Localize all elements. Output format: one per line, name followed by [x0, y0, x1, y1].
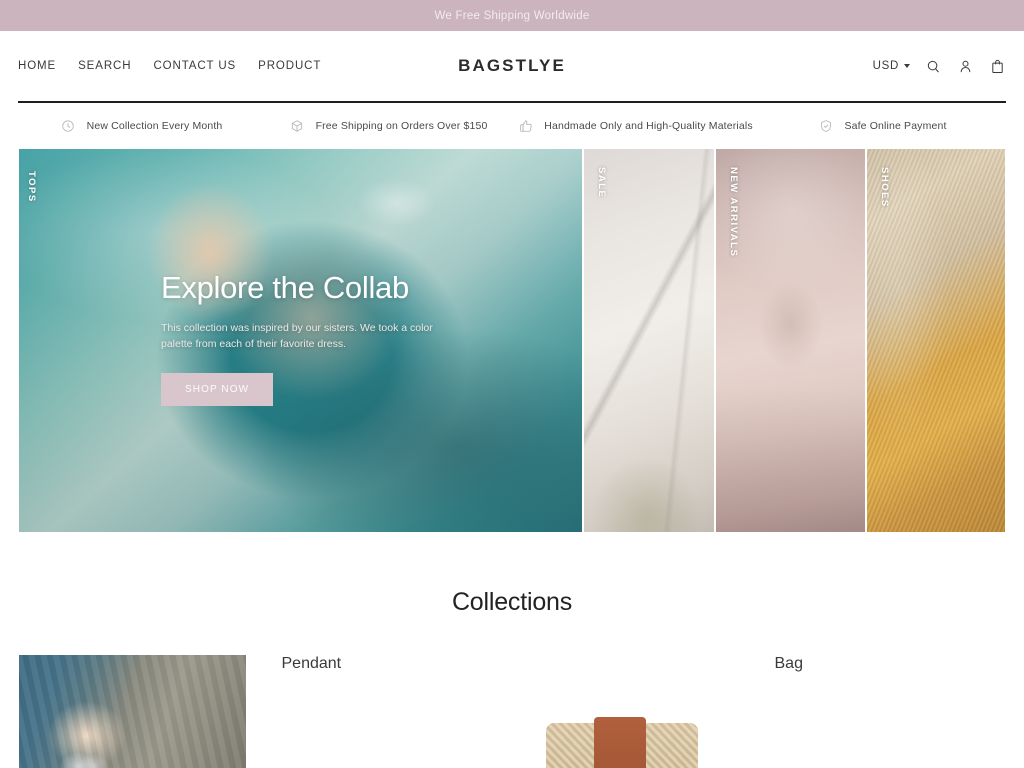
announcement-text: We Free Shipping Worldwide [434, 9, 590, 22]
thumbs-up-icon [518, 119, 533, 134]
hero-panel-label-tops[interactable]: TOPS [26, 171, 37, 203]
feature-item-handmade: Handmade Only and High-Quality Materials [512, 119, 759, 134]
collection-image-cell [512, 655, 759, 768]
collection-label-bag[interactable]: Bag [759, 655, 1006, 673]
currency-value: USD [872, 60, 899, 72]
nav-contact-us[interactable]: CONTACT US [153, 60, 236, 72]
hero-panel-tops[interactable]: TOPS Explore the Collab This collection … [19, 149, 582, 532]
pendant-photo [19, 655, 246, 768]
hero-panel-label-new-arrivals[interactable]: NEW ARRIVALS [728, 167, 739, 257]
feature-strip: New Collection Every Month Free Shipping… [0, 103, 1024, 149]
hero-banner: TOPS Explore the Collab This collection … [19, 149, 1005, 532]
nav-home[interactable]: HOME [18, 60, 56, 72]
main-navigation: HOME SEARCH CONTACT US PRODUCT [18, 60, 321, 72]
feature-text: New Collection Every Month [86, 120, 223, 132]
collections-title: Collections [451, 588, 573, 616]
hero-panel-shoes[interactable]: SHOES [867, 149, 1005, 532]
site-header: HOME SEARCH CONTACT US PRODUCT BAGSTLYE … [0, 31, 1024, 101]
collections-section: Collections Pendant Bag [0, 532, 1024, 768]
feature-text: Handmade Only and High-Quality Materials [544, 120, 753, 132]
feature-item-new-collection: New Collection Every Month [18, 119, 265, 134]
hero-image-sale [584, 149, 714, 532]
box-icon [290, 119, 305, 134]
nav-product[interactable]: PRODUCT [258, 60, 321, 72]
hero-panel-new-arrivals[interactable]: NEW ARRIVALS [716, 149, 865, 532]
feature-text: Free Shipping on Orders Over $150 [315, 120, 488, 132]
feature-text: Safe Online Payment [844, 120, 947, 132]
chevron-down-icon [904, 64, 910, 68]
site-logo-text[interactable]: BAGSTLYE [458, 56, 566, 75]
nav-search[interactable]: SEARCH [78, 60, 131, 72]
clock-icon [61, 119, 76, 134]
bag-photo [512, 655, 739, 768]
currency-selector[interactable]: USD [873, 60, 910, 72]
collection-label-cell: Pendant [266, 655, 513, 768]
collections-grid: Pendant Bag [0, 655, 1024, 768]
collection-image-bag[interactable] [512, 655, 739, 768]
collection-image-cell [19, 655, 266, 768]
header-actions: USD [873, 58, 1006, 75]
announcement-bar: We Free Shipping Worldwide [0, 0, 1024, 31]
search-icon[interactable] [925, 58, 942, 75]
hero-subtitle: This collection was inspired by our sist… [161, 322, 433, 351]
collection-label-cell: Bag [759, 655, 1006, 768]
account-icon[interactable] [957, 58, 974, 75]
hero-content: Explore the Collab This collection was i… [161, 270, 461, 406]
cart-icon[interactable] [989, 58, 1006, 75]
feature-item-safe-payment: Safe Online Payment [759, 119, 1006, 134]
hero-panel-label-shoes[interactable]: SHOES [879, 167, 890, 208]
hero-panel-sale[interactable]: SALE [584, 149, 714, 532]
shop-now-button[interactable]: SHOP NOW [161, 372, 274, 406]
collection-label-pendant[interactable]: Pendant [266, 655, 513, 673]
shield-check-icon [818, 119, 833, 134]
feature-item-free-shipping: Free Shipping on Orders Over $150 [265, 119, 512, 134]
hero-panel-label-sale[interactable]: SALE [596, 167, 607, 198]
hero-title: Explore the Collab [161, 270, 409, 305]
collection-image-pendant[interactable] [19, 655, 246, 768]
